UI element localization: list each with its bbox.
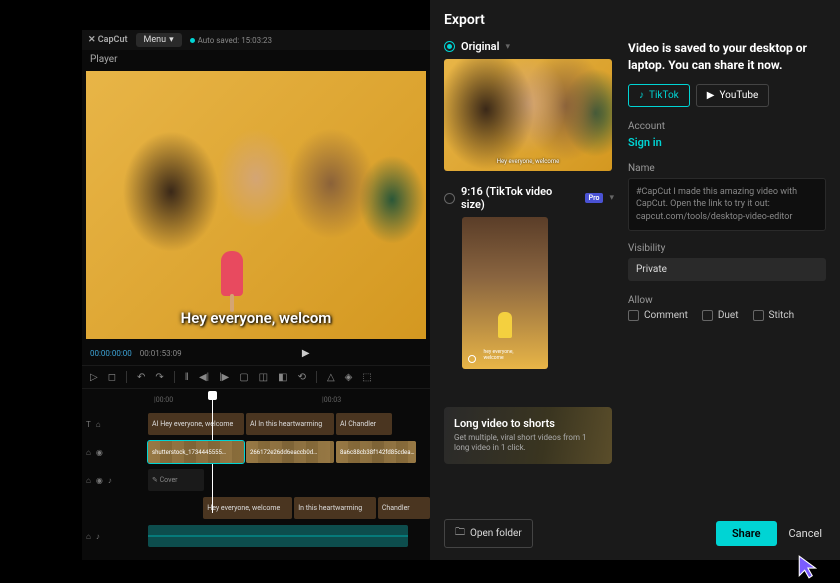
mute-icon[interactable]: ♪ (108, 476, 112, 485)
play-icon (468, 355, 476, 363)
checkbox-icon (628, 310, 639, 321)
video-track: ⌂ ◉ shutterstock_1734445555… 266172e26dd6… (82, 439, 430, 465)
visibility-icon[interactable]: ◉ (96, 448, 103, 457)
frame-icon[interactable]: ⬚ (362, 372, 371, 383)
menu-button[interactable]: Menu ▾ (136, 33, 182, 47)
share-button[interactable]: Share (716, 521, 777, 546)
status-dot-icon (190, 38, 195, 43)
signin-link[interactable]: Sign in (628, 136, 826, 149)
autosave-status: Auto saved: 15:03:23 (190, 36, 272, 45)
text-track-icon[interactable]: T (86, 420, 91, 429)
timeline-toolbar: ▷ ◻ ↶ ↷ ‖ ◀| |▶ ▢ ◫ ◧ ⟲ △ ◈ ⬚ (82, 365, 430, 389)
account-label: Account (628, 121, 826, 132)
preview-image-detail (221, 251, 243, 296)
crop-icon[interactable]: ◫ (259, 372, 268, 383)
pointer-tool-icon[interactable]: ▷ (90, 372, 98, 383)
trim-left-icon[interactable]: ◀| (199, 372, 209, 383)
chevron-down-icon: ▾ (169, 35, 174, 45)
timeline[interactable]: |00:00 |00:03 T ⌂ AI Hey everyone, welcom… (82, 389, 430, 555)
video-clip[interactable]: shutterstock_1734445555… (148, 441, 244, 463)
rotate-icon[interactable]: ⟲ (298, 372, 306, 383)
tiktok-share-button[interactable]: ♪TikTok (628, 84, 690, 107)
trim-right-icon[interactable]: |▶ (219, 372, 229, 383)
chevron-down-icon: ▾ (609, 193, 614, 203)
redo-icon[interactable]: ↷ (155, 372, 163, 383)
visibility-icon[interactable]: ◉ (96, 476, 103, 485)
caption-clip[interactable]: Chandler (378, 497, 430, 519)
youtube-icon: ▶ (707, 90, 715, 101)
audio-track: ⌂♪ (82, 523, 430, 549)
radio-icon (444, 193, 455, 204)
allow-comment-checkbox[interactable]: Comment (628, 310, 688, 321)
cover-track: ⌂ ◉ ♪ ✎ Cover (82, 467, 430, 493)
allow-label: Allow (628, 295, 826, 306)
youtube-share-button[interactable]: ▶YouTube (696, 84, 770, 107)
text-clip[interactable]: AI In this heartwarming (246, 413, 334, 435)
tiktok-thumbnail[interactable]: hey everyone, welcome (462, 217, 548, 369)
checkbox-icon (753, 310, 764, 321)
play-button[interactable]: ▶ (302, 348, 310, 359)
export-title: Export (444, 12, 826, 28)
topbar: ✕ CapCut Menu ▾ Auto saved: 15:03:23 (82, 30, 430, 50)
preview-caption: Hey everyone, welcom (181, 309, 332, 327)
lock-icon[interactable]: ⌂ (86, 476, 91, 485)
name-label: Name (628, 163, 826, 174)
app-logo: ✕ CapCut (88, 35, 128, 45)
transport-bar: 00:00:00:00 00:01:53:09 ▶ (82, 341, 430, 365)
saved-message: Video is saved to your desktop or laptop… (628, 40, 826, 74)
lock-icon[interactable]: ⌂ (96, 420, 101, 429)
mute-icon[interactable]: ♪ (96, 532, 100, 541)
text-track: T ⌂ AI Hey everyone, welcome AI In this h… (82, 411, 430, 437)
allow-stitch-checkbox[interactable]: Stitch (753, 310, 795, 321)
caption-clip[interactable]: Hey everyone, welcome (203, 497, 292, 519)
preview-image (86, 71, 426, 339)
visibility-label: Visibility (628, 243, 826, 254)
delete-icon[interactable]: ▢ (239, 372, 248, 383)
undo-icon[interactable]: ↶ (137, 372, 145, 383)
editor-window: ✕ CapCut Menu ▾ Auto saved: 15:03:23 Pla… (82, 30, 430, 560)
text-clip[interactable]: AI Hey everyone, welcome (148, 413, 244, 435)
video-clip[interactable]: 8a6c88cb38f142fd85cdea… (336, 441, 416, 463)
open-folder-button[interactable]: 🗀Open folder (444, 519, 533, 548)
radio-icon (444, 41, 455, 52)
pro-badge: Pro (585, 193, 604, 203)
audio-clip[interactable] (148, 525, 408, 547)
video-preview[interactable]: Hey everyone, welcom (86, 71, 426, 339)
timecode-current: 00:00:00:00 (90, 349, 132, 358)
timecode-total: 00:01:53:09 (140, 349, 182, 358)
timeline-ruler[interactable]: |00:00 |00:03 (82, 393, 430, 409)
cover-clip[interactable]: ✎ Cover (148, 469, 204, 491)
chevron-down-icon: ▾ (505, 42, 510, 52)
original-thumbnail[interactable]: Hey everyone, welcome (444, 59, 612, 171)
text-clip[interactable]: AI Chandler (336, 413, 392, 435)
tiktok-size-option[interactable]: 9:16 (TikTok video size) Pro ▾ (444, 185, 614, 211)
effects-icon[interactable]: ◈ (345, 372, 353, 383)
allow-duet-checkbox[interactable]: Duet (702, 310, 739, 321)
split-icon[interactable]: ‖ (185, 372, 189, 383)
select-tool-icon[interactable]: ◻ (108, 372, 116, 383)
warning-icon[interactable]: △ (327, 372, 335, 383)
video-clip[interactable]: 266172e26dd6eaccb0d… (246, 441, 334, 463)
lock-icon[interactable]: ⌂ (86, 448, 91, 457)
player-label: Player (82, 50, 430, 69)
caption-track: Hey everyone, welcome In this heartwarmi… (82, 495, 430, 521)
cancel-button[interactable]: Cancel (785, 521, 826, 546)
visibility-select[interactable]: Private (628, 258, 826, 281)
original-option[interactable]: Original ▾ (444, 40, 614, 53)
name-input[interactable]: #CapCut I made this amazing video with C… (628, 178, 826, 232)
folder-icon: 🗀 (455, 525, 465, 542)
mirror-icon[interactable]: ◧ (278, 372, 287, 383)
caption-clip[interactable]: In this heartwarming (294, 497, 376, 519)
promo-card[interactable]: Long video to shorts Get multiple, viral… (444, 407, 612, 464)
tiktok-icon: ♪ (639, 90, 644, 101)
checkbox-icon (702, 310, 713, 321)
lock-icon[interactable]: ⌂ (86, 532, 91, 541)
export-panel: Export Original ▾ Hey everyone, welcome … (430, 0, 840, 560)
